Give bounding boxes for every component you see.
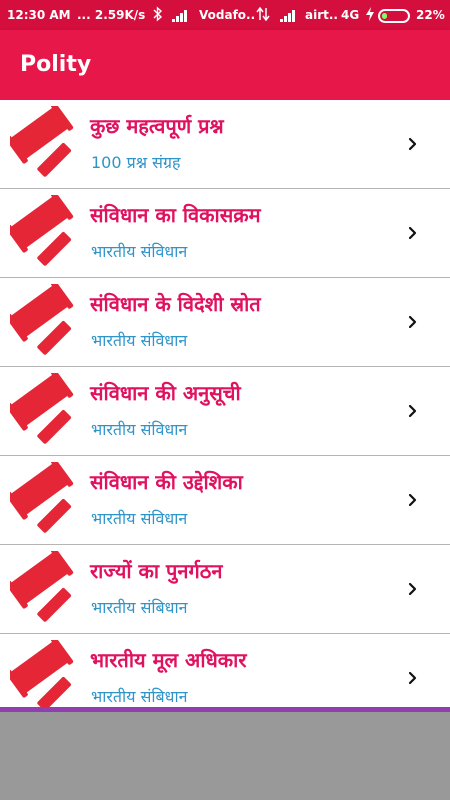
item-title: कुछ महत्वपूर्ण प्रश्न [90, 114, 224, 138]
status-carrier-2: airt.. [305, 8, 338, 22]
list-item[interactable]: संविधान की अनुसूची भारतीय संविधान [0, 367, 450, 456]
data-arrows-icon [256, 6, 270, 25]
item-subtitle: भारतीय संबिधान [91, 598, 188, 617]
gavel-icon [5, 636, 80, 708]
chevron-right-icon [406, 491, 420, 509]
item-subtitle: भारतीय संविधान [91, 509, 188, 528]
list-item[interactable]: कुछ महत्वपूर्ण प्रश्न 100 प्रश्न संग्रह [0, 100, 450, 189]
list-item[interactable]: संविधान का विकासक्रम भारतीय संविधान [0, 189, 450, 278]
item-subtitle: भारतीय संविधान [91, 242, 188, 261]
chevron-right-icon [406, 135, 420, 153]
item-subtitle: भारतीय संविधान [91, 420, 188, 439]
chevron-right-icon [406, 313, 420, 331]
item-title: संविधान का विकासक्रम [90, 203, 261, 227]
signal-icon [172, 10, 188, 22]
signal-icon [280, 10, 296, 22]
chevron-right-icon [406, 402, 420, 420]
status-carrier-1: Vodafo.. [199, 8, 256, 22]
battery-icon [378, 9, 410, 23]
list-item[interactable]: संविधान की उद्देशिका भारतीय संविधान [0, 456, 450, 545]
bluetooth-icon [153, 6, 163, 25]
gavel-icon [5, 369, 80, 447]
bottom-placeholder-area [0, 712, 450, 800]
page-title: Polity [20, 52, 92, 77]
chevron-right-icon [406, 224, 420, 242]
item-title: संविधान की अनुसूची [90, 381, 241, 405]
status-network-speed: ... 2.59K/s [77, 8, 146, 22]
item-title: संविधान के विदेशी स्रोत [90, 292, 261, 316]
status-network-type: 4G [341, 8, 360, 22]
chevron-right-icon [406, 580, 420, 598]
item-subtitle: भारतीय संविधान [91, 331, 188, 350]
gavel-icon [5, 458, 80, 536]
battery-level-fill [382, 13, 387, 19]
app-bar: Polity [0, 30, 450, 100]
status-time: 12:30 AM [7, 8, 71, 22]
list-item[interactable]: संविधान के विदेशी स्रोत भारतीय संविधान [0, 278, 450, 367]
list-item[interactable]: राज्यों का पुनर्गठन भारतीय संबिधान [0, 545, 450, 634]
topic-list: कुछ महत्वपूर्ण प्रश्न 100 प्रश्न संग्रह … [0, 100, 450, 708]
item-title: भारतीय मूल अधिकार [90, 648, 247, 672]
charging-icon [366, 7, 374, 24]
chevron-right-icon [406, 669, 420, 687]
item-title: राज्यों का पुनर्गठन [90, 559, 223, 583]
item-subtitle: 100 प्रश्न संग्रह [91, 153, 181, 172]
item-title: संविधान की उद्देशिका [90, 470, 243, 494]
gavel-icon [5, 547, 80, 625]
item-subtitle: भारतीय संबिधान [91, 687, 188, 706]
gavel-icon [5, 191, 80, 269]
list-item[interactable]: भारतीय मूल अधिकार भारतीय संबिधान [0, 634, 450, 708]
status-bar: 12:30 AM ... 2.59K/s Vodafo.. airt.. 4G … [0, 0, 450, 30]
status-battery-percent: 22% [416, 8, 445, 22]
gavel-icon [5, 280, 80, 358]
gavel-icon [5, 102, 80, 180]
